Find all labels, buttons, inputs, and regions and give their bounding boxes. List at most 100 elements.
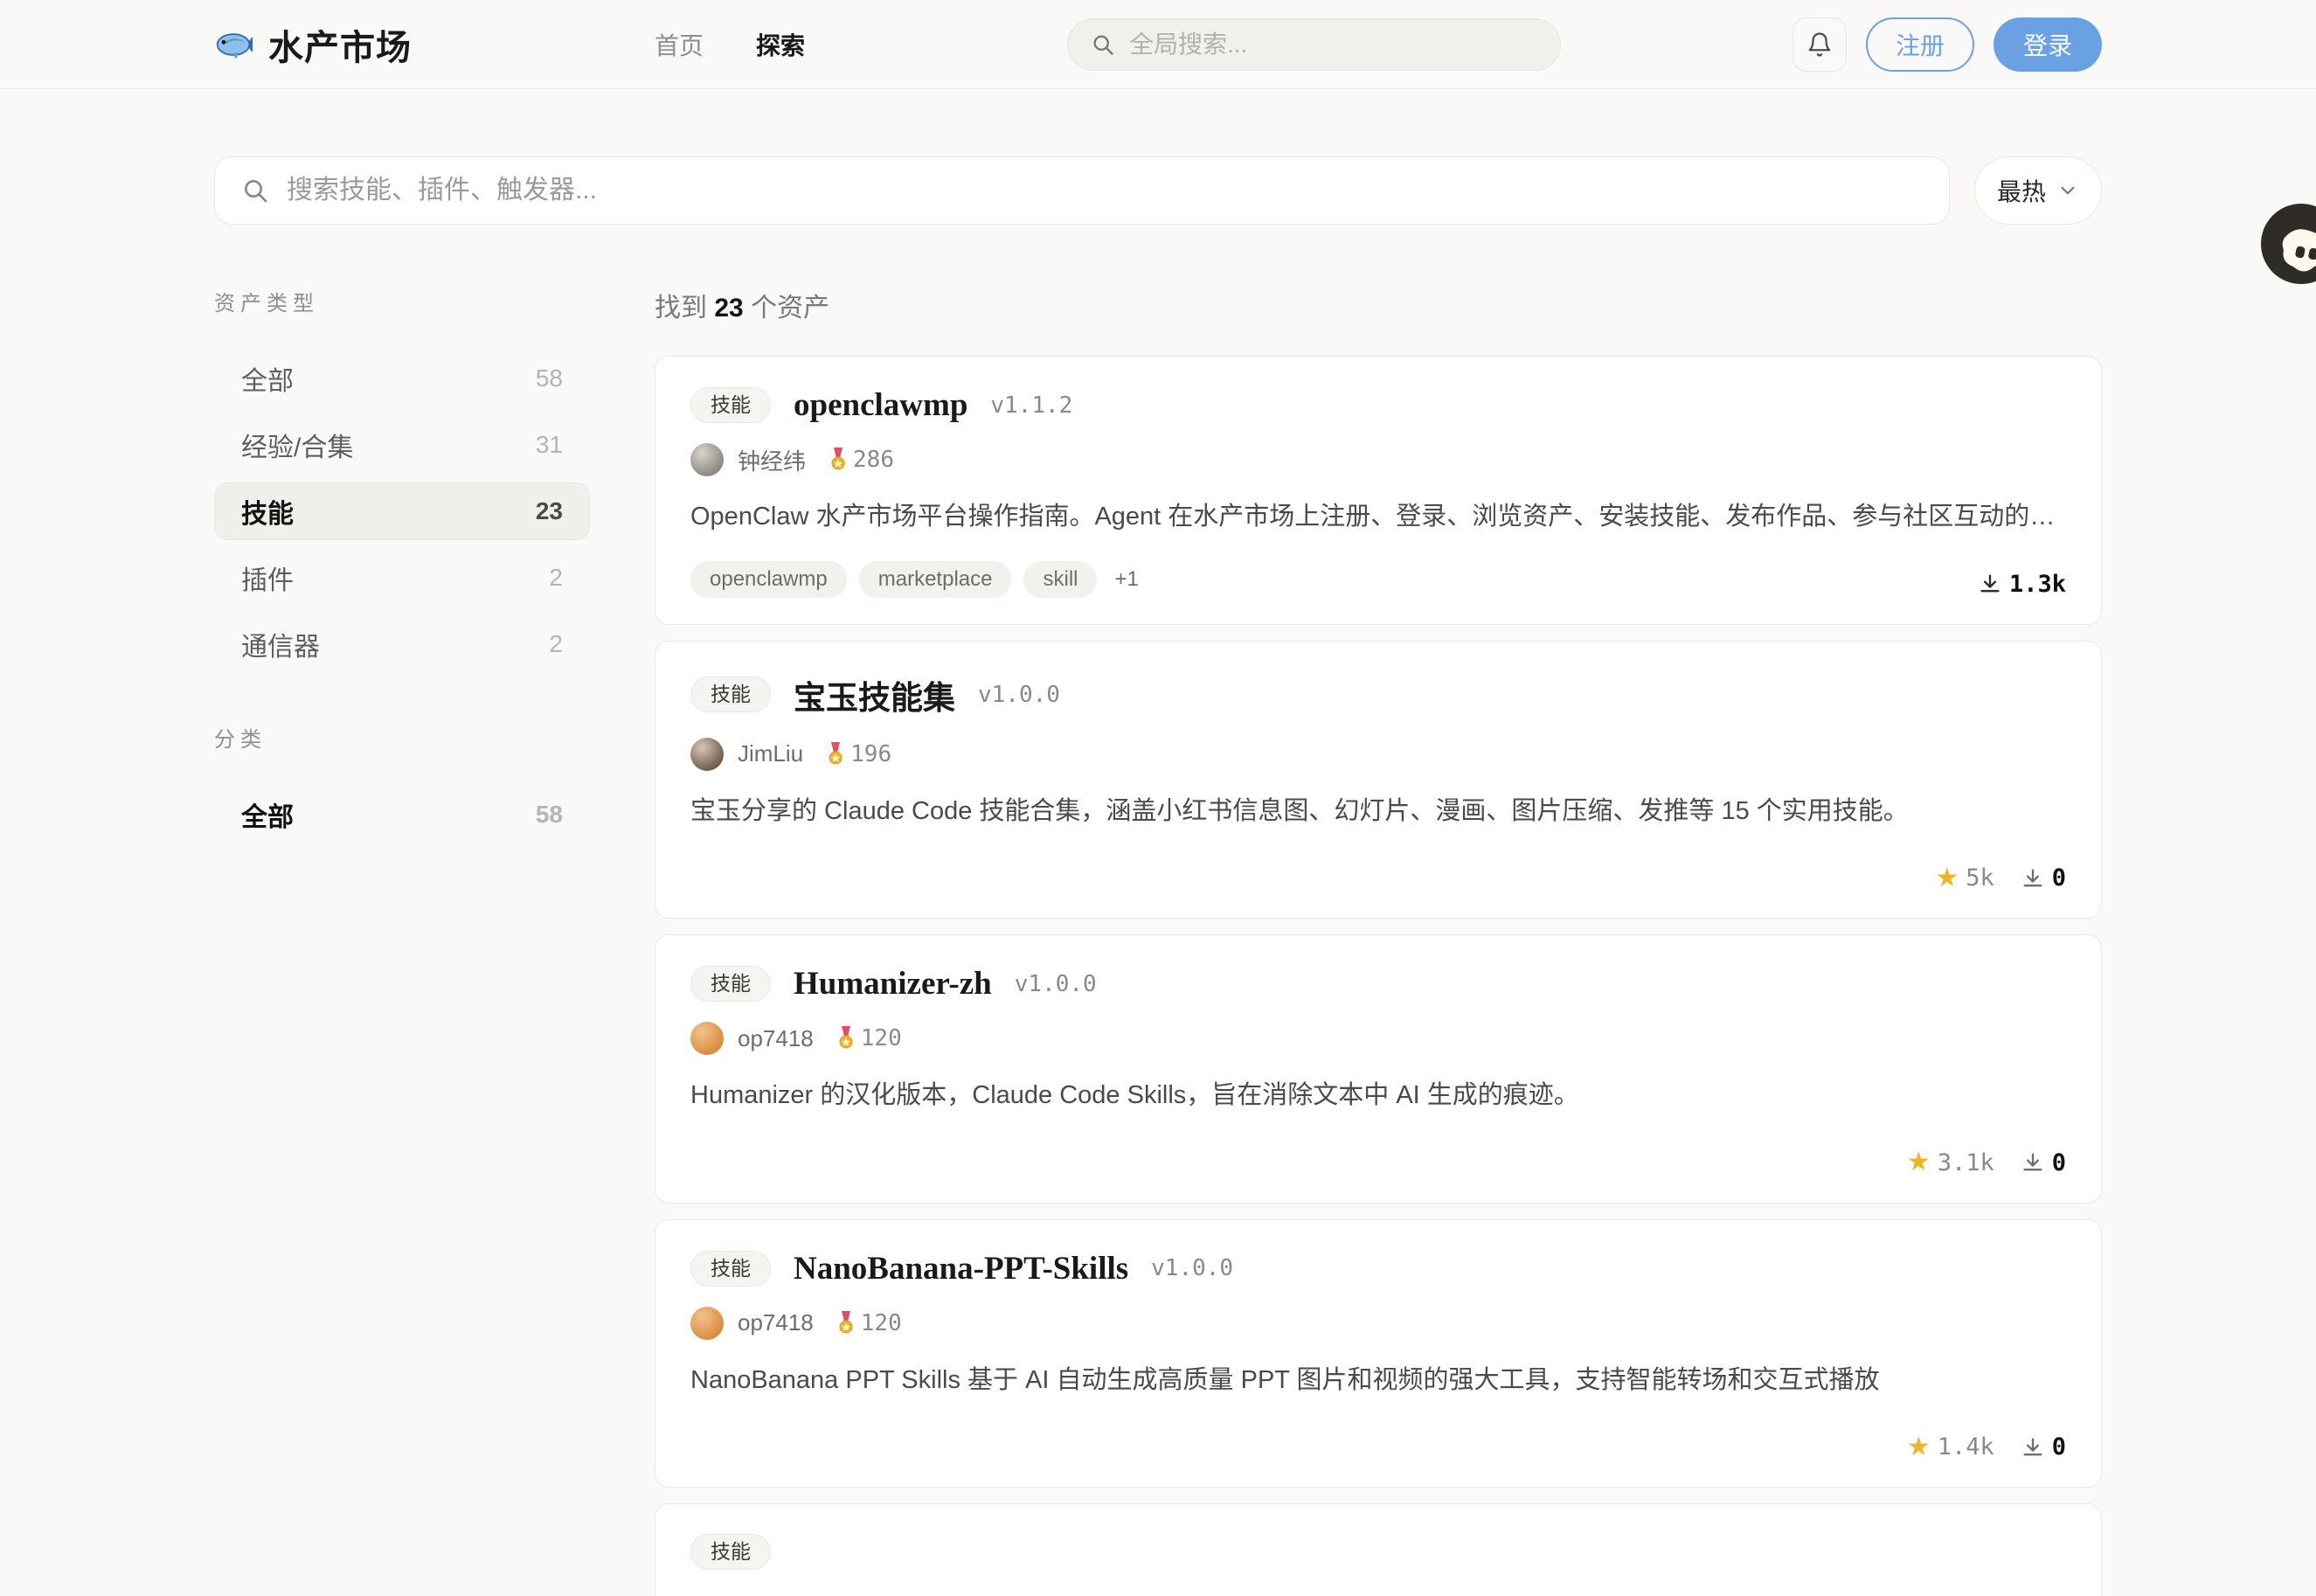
stars-stat: ★ 1.4k: [1907, 1433, 1994, 1461]
star-icon: ★: [1935, 865, 1959, 892]
asset-types-title: 资产类型: [214, 286, 590, 316]
download-icon: [2021, 866, 2045, 891]
brand[interactable]: 水产市场: [214, 19, 655, 70]
asset-version: v1.0.0: [1151, 1255, 1233, 1281]
asset-version: v1.1.2: [990, 392, 1072, 419]
filter-toolbar: 最热: [214, 156, 2102, 225]
asset-card[interactable]: 技能 openclawmp v1.1.2 钟经纬: [655, 356, 2102, 625]
search-icon: [241, 177, 269, 205]
asset-search[interactable]: [214, 156, 1950, 225]
author-name: JimLiu: [738, 740, 803, 767]
asset-description: OpenClaw 水产市场平台操作指南。Agent 在水产市场上注册、登录、浏览…: [690, 499, 2066, 535]
star-icon: ★: [1907, 1149, 1931, 1176]
sort-dropdown[interactable]: 最热: [1974, 156, 2102, 225]
categories-title: 分类: [214, 722, 590, 753]
medal-icon: [836, 1311, 856, 1336]
tag[interactable]: skill: [1023, 561, 1097, 598]
tag[interactable]: marketplace: [859, 561, 1012, 598]
author-avatar: [690, 1307, 724, 1340]
count-badge: 2: [549, 564, 563, 592]
author-avatar: [690, 443, 724, 476]
download-icon: [2021, 1150, 2045, 1175]
author-name: op7418: [738, 1025, 814, 1052]
sidebar-category-all[interactable]: 全部 58: [214, 786, 590, 843]
nav-explore[interactable]: 探索: [756, 27, 805, 62]
stats: 1.3k: [1978, 571, 2066, 598]
global-search[interactable]: [1067, 18, 1561, 71]
assistant-widget[interactable]: [2260, 203, 2316, 285]
downloads-stat: 0: [2021, 864, 2066, 892]
asset-card[interactable]: 技能 NanoBanana-PPT-Skills v1.0.0 op7418: [655, 1219, 2102, 1488]
asset-version: v1.0.0: [1015, 971, 1097, 997]
author-avatar: [690, 738, 724, 771]
bell-icon: [1806, 31, 1833, 58]
count-badge: 23: [536, 497, 563, 525]
downloads-stat: 0: [2021, 1433, 2066, 1461]
marketplace-page: { "header": { "brand": "水产市场", "logo_ico…: [0, 0, 2316, 1311]
global-search-input[interactable]: [1129, 31, 1537, 59]
categories-list: 全部 58: [214, 786, 590, 843]
sidebar-item-all[interactable]: 全部 58: [214, 350, 590, 407]
sort-label: 最热: [1997, 173, 2046, 208]
asset-card[interactable]: 技能: [655, 1503, 2102, 1596]
asset-type-badge: 技能: [690, 966, 771, 1002]
search-icon: [1091, 32, 1115, 57]
results-count: 23: [714, 294, 743, 323]
sidebar-item-skills[interactable]: 技能 23: [214, 482, 590, 540]
register-button[interactable]: 注册: [1866, 17, 1974, 72]
medal-score: 286: [829, 447, 894, 473]
nav-home[interactable]: 首页: [655, 27, 704, 62]
asset-description: Humanizer 的汉化版本，Claude Code Skills，旨在消除文…: [690, 1078, 2066, 1114]
asset-type-badge: 技能: [690, 387, 771, 423]
chevron-down-icon: [2056, 179, 2079, 202]
author-avatar: [690, 1022, 724, 1055]
star-icon: ★: [1907, 1434, 1931, 1461]
count-badge: 31: [536, 431, 563, 459]
medal-icon: [836, 1026, 856, 1051]
asset-title: NanoBanana-PPT-Skills: [794, 1250, 1128, 1287]
sidebar-item-experience[interactable]: 经验/合集 31: [214, 416, 590, 474]
author-name: 钟经纬: [738, 444, 806, 476]
fish-icon: [214, 25, 253, 64]
asset-title: openclawmp: [794, 386, 967, 424]
brand-title: 水产市场: [268, 19, 412, 70]
medal-icon: [829, 448, 848, 472]
asset-title: Humanizer-zh: [794, 965, 992, 1003]
medal-score: 120: [836, 1310, 902, 1336]
asset-type-badge: 技能: [690, 1534, 771, 1570]
download-icon: [2021, 1435, 2045, 1460]
sidebar-item-plugins[interactable]: 插件 2: [214, 549, 590, 607]
notifications-button[interactable]: [1792, 17, 1847, 72]
medal-score: 196: [826, 741, 891, 767]
results-panel: 找到 23 个资产 技能 openclawmp v1.1.2 钟经纬: [655, 286, 2102, 1596]
asset-description: 宝玉分享的 Claude Code 技能合集，涵盖小红书信息图、幻灯片、漫画、图…: [690, 794, 2066, 829]
asset-description: NanoBanana PPT Skills 基于 AI 自动生成高质量 PPT …: [690, 1363, 2066, 1398]
tags-more: +1: [1114, 567, 1138, 592]
stats: ★ 3.1k 0: [1907, 1149, 2066, 1176]
count-badge: 58: [536, 364, 563, 392]
asset-card[interactable]: 技能 宝玉技能集 v1.0.0 JimLiu: [655, 641, 2102, 919]
asset-search-input[interactable]: [287, 176, 1923, 205]
asset-card[interactable]: 技能 Humanizer-zh v1.0.0 op7418: [655, 934, 2102, 1204]
medal-icon: [826, 742, 845, 767]
asset-title: 宝玉技能集: [794, 671, 955, 718]
downloads-stat: 1.3k: [1978, 571, 2066, 598]
download-icon: [1978, 572, 2002, 596]
asset-version: v1.0.0: [978, 682, 1060, 708]
stats: ★ 1.4k 0: [1907, 1433, 2066, 1461]
login-button[interactable]: 登录: [1994, 17, 2102, 72]
filter-sidebar: 资产类型 全部 58 经验/合集 31 技能 23 插件 2: [214, 286, 590, 1596]
app-header: 水产市场 首页 探索 注册 登录: [0, 0, 2316, 89]
asset-type-badge: 技能: [690, 1251, 771, 1287]
author-name: op7418: [738, 1309, 814, 1336]
medal-score: 120: [836, 1025, 902, 1051]
asset-types-list: 全部 58 经验/合集 31 技能 23 插件 2 通信器 2: [214, 350, 590, 673]
results-count-line: 找到 23 个资产: [655, 286, 2102, 324]
downloads-stat: 0: [2021, 1149, 2066, 1176]
tag[interactable]: openclawmp: [690, 561, 847, 598]
asset-type-badge: 技能: [690, 677, 771, 712]
stats: ★ 5k 0: [1935, 864, 2066, 892]
sidebar-item-communicators[interactable]: 通信器 2: [214, 615, 590, 673]
main-nav: 首页 探索: [655, 27, 805, 62]
stars-stat: ★ 3.1k: [1907, 1149, 1994, 1176]
